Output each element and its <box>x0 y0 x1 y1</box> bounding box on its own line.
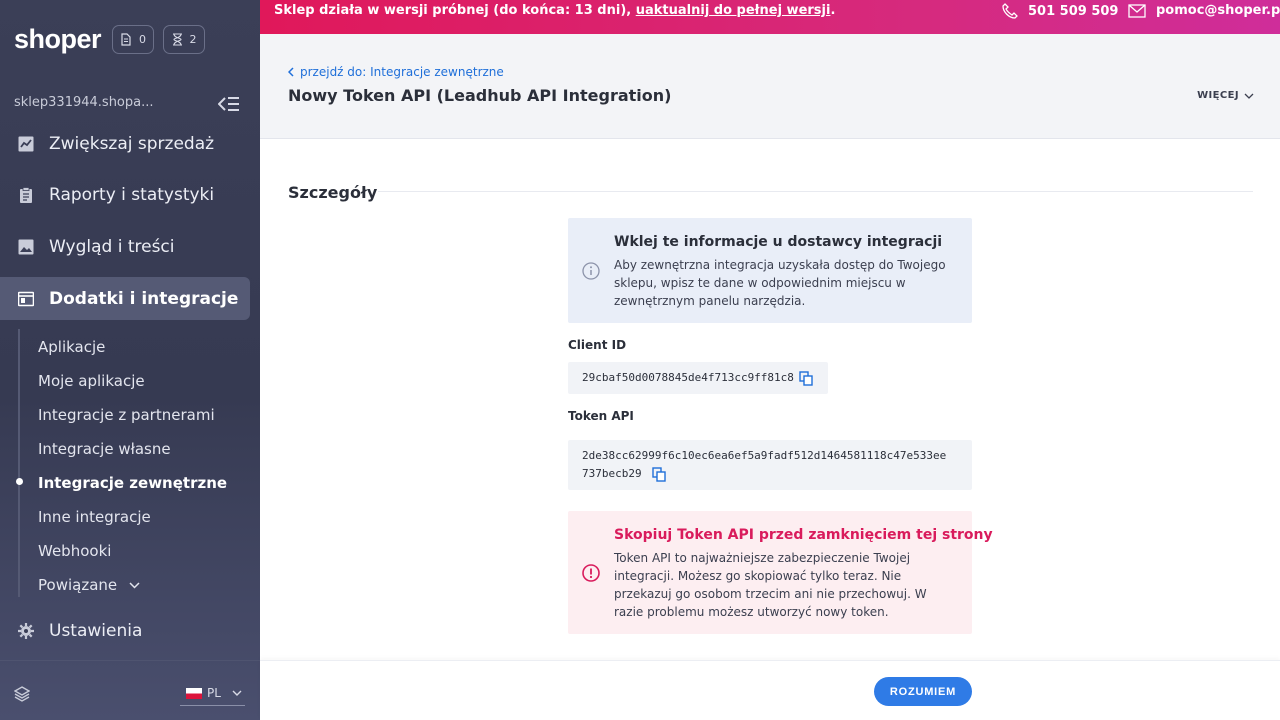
subitem-aplikacje[interactable]: Aplikacje <box>38 338 105 356</box>
subitem-moje-aplikacje[interactable]: Moje aplikacje <box>38 372 145 390</box>
document-icon <box>121 33 131 46</box>
chevron-left-icon <box>288 67 294 77</box>
submenu-line <box>18 329 20 597</box>
mail-icon <box>1128 3 1146 18</box>
gear-icon <box>18 622 34 639</box>
copy-icon[interactable] <box>652 467 667 482</box>
clipboard-icon <box>20 186 32 203</box>
sidebar-item-label: Ustawienia <box>49 620 143 641</box>
sidebar-item-label: Raporty i statystyki <box>49 184 215 205</box>
info-box: Wklej te informacje u dostawcy integracj… <box>568 218 972 323</box>
sidebar: shoper 0 2 sklep331944.shopa... Zwiększa… <box>0 0 260 720</box>
more-label: WIĘCEJ <box>1197 90 1239 101</box>
copy-icon[interactable] <box>799 371 814 386</box>
sidebar-item-label: Zwiększaj sprzedaż <box>49 133 215 154</box>
back-link-label: przejdź do: Integracje zewnętrzne <box>300 65 504 79</box>
subitem-powiazane-label: Powiązane <box>38 576 118 594</box>
alert-icon <box>582 564 600 582</box>
subitem-integracje-zewnetrzne[interactable]: Integracje zewnętrzne <box>38 474 227 492</box>
email-address: pomoc@shoper.pl <box>1156 3 1280 18</box>
footer-bar <box>260 660 1280 720</box>
chevron-down-icon <box>1244 93 1254 99</box>
trial-message-text: Sklep działa w wersji próbnej (do końca:… <box>274 3 636 18</box>
poland-flag-icon <box>186 687 202 699</box>
documents-count: 0 <box>139 33 146 46</box>
back-link[interactable]: przejdź do: Integracje zewnętrzne <box>288 65 504 79</box>
client-id-label: Client ID <box>568 338 627 352</box>
phone-icon <box>1002 3 1018 19</box>
chevron-down-icon <box>232 690 242 696</box>
subitem-integracje-wlasne[interactable]: Integracje własne <box>38 440 171 458</box>
info-title: Wklej te informacje u dostawcy integracj… <box>614 234 943 250</box>
more-dropdown[interactable]: WIĘCEJ <box>1197 90 1254 101</box>
subitem-powiazane[interactable]: Powiązane <box>38 576 140 594</box>
phone-contact[interactable]: 501 509 509 <box>1002 3 1118 19</box>
upgrade-link[interactable]: uaktualnij do pełnej wersji <box>636 3 831 18</box>
token-value-line2[interactable]: 737becb29 <box>582 467 642 480</box>
window-icon <box>18 291 34 306</box>
sidebar-item-settings[interactable]: Ustawienia <box>0 609 250 652</box>
store-name[interactable]: sklep331944.shopa... <box>14 95 154 110</box>
current-indicator <box>16 478 23 485</box>
token-value-line1[interactable]: 2de38cc62999f6c10ec6ea6ef5a9fadf512d1464… <box>582 449 946 462</box>
shoper-logo[interactable]: shoper <box>14 24 102 55</box>
language-code: PL <box>207 686 221 700</box>
sidebar-item-addons[interactable]: Dodatki i integracje <box>0 277 250 320</box>
client-id-value[interactable]: 29cbaf50d0078845de4f713cc9ff81c8 <box>582 371 794 384</box>
layers-icon[interactable] <box>14 686 30 702</box>
trial-message: Sklep działa w wersji próbnej (do końca:… <box>274 3 835 18</box>
sidebar-item-appearance[interactable]: Wygląd i treści <box>0 225 250 268</box>
tasks-counter[interactable]: 2 <box>163 25 205 54</box>
image-icon <box>18 239 34 254</box>
warning-text: Token API to najważniejsze zabezpieczeni… <box>614 551 927 619</box>
sidebar-item-label: Wygląd i treści <box>49 236 175 257</box>
page-title: Nowy Token API (Leadhub API Integration) <box>288 86 672 105</box>
trial-banner: Sklep działa w wersji próbnej (do końca:… <box>260 0 1280 34</box>
info-text: Aby zewnętrzna integracja uzyskała dostę… <box>614 258 946 308</box>
email-contact[interactable]: pomoc@shoper.pl <box>1128 3 1280 18</box>
subitem-integracje-z-partnerami[interactable]: Integracje z partnerami <box>38 406 215 424</box>
documents-counter[interactable]: 0 <box>112 25 154 54</box>
phone-number: 501 509 509 <box>1028 3 1119 19</box>
hourglass-icon <box>172 33 182 46</box>
token-label: Token API <box>568 409 634 423</box>
subitem-inne-integracje[interactable]: Inne integracje <box>38 508 151 526</box>
warning-title: Skopiuj Token API przed zamknięciem tej … <box>614 527 993 543</box>
section-title: Szczegóły <box>288 183 378 202</box>
sidebar-item-reports[interactable]: Raporty i statystyki <box>0 173 250 216</box>
warning-box: Skopiuj Token API przed zamknięciem tej … <box>568 511 993 634</box>
page-header: przejdź do: Integracje zewnętrzne Nowy T… <box>260 34 1280 139</box>
client-id-field: 29cbaf50d0078845de4f713cc9ff81c8 <box>568 362 828 394</box>
language-selector[interactable]: PL <box>180 681 245 706</box>
sidebar-item-label: Dodatki i integracje <box>49 288 239 309</box>
token-field: 2de38cc62999f6c10ec6ea6ef5a9fadf512d1464… <box>568 440 972 490</box>
info-icon <box>582 262 600 280</box>
trial-message-suffix: . <box>830 3 836 18</box>
section-divider <box>378 191 1253 192</box>
sidebar-item-sales[interactable]: Zwiększaj sprzedaż <box>0 122 250 165</box>
collapse-sidebar-icon[interactable] <box>218 95 240 113</box>
subitem-webhooki[interactable]: Webhooki <box>38 542 111 560</box>
chevron-down-icon <box>129 581 140 589</box>
tasks-count: 2 <box>189 33 197 46</box>
understand-button[interactable]: ROZUMIEM <box>874 677 972 706</box>
trend-chart-icon <box>18 136 34 151</box>
